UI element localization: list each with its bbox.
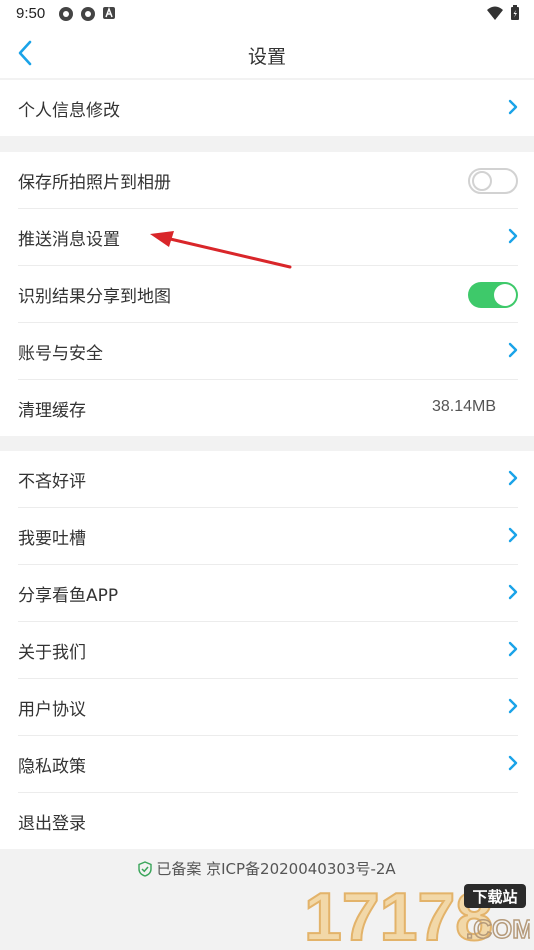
page-title: 设置	[247, 46, 286, 68]
notification-a-icon	[103, 6, 115, 19]
toggle-knob	[494, 284, 516, 306]
save-photos-toggle[interactable]	[468, 168, 518, 194]
title-bar: 设置	[0, 28, 534, 78]
wifi-icon	[487, 6, 503, 20]
toggle-knob	[472, 171, 492, 191]
share-to-map-toggle[interactable]	[468, 282, 518, 308]
row-label: 保存所拍照片到相册	[18, 173, 171, 193]
status-time: 9:50	[16, 5, 46, 22]
cache-size-value: 38.14MB	[431, 398, 496, 415]
status-system-icons	[486, 5, 520, 21]
notification-app-icon	[59, 7, 73, 21]
shield-check-icon	[138, 860, 153, 877]
chevron-right-icon	[508, 641, 518, 657]
row-label: 清理缓存	[18, 401, 86, 421]
settings-group-general: 保存所拍照片到相册 推送消息设置 识别结果分享到地图 账号与安全 清理缓存 38…	[0, 152, 534, 436]
row-label: 推送消息设置	[18, 230, 120, 250]
row-label: 识别结果分享到地图	[18, 287, 171, 307]
settings-group-about: 不吝好评 我要吐槽 分享看鱼APP 关于我们 用户协议 隐私政策 退出登录	[0, 451, 534, 849]
row-rate-app[interactable]: 不吝好评	[18, 451, 518, 508]
chevron-right-icon	[508, 755, 518, 771]
status-bar: 9:50	[0, 0, 534, 28]
icp-text: 已备案 京ICP备2020040303号-2A	[156, 860, 396, 878]
row-label: 隐私政策	[18, 757, 86, 777]
annotation-arrow-icon	[150, 231, 292, 269]
footer-inner: 已备案 京ICP备2020040303号-2A	[138, 858, 396, 879]
row-privacy-policy[interactable]: 隐私政策	[18, 736, 518, 793]
chevron-right-icon	[508, 228, 518, 244]
row-clear-cache[interactable]: 清理缓存 38.14MB	[18, 380, 518, 436]
row-account-security[interactable]: 账号与安全	[18, 323, 518, 380]
watermark-17178-logo: 17178 下载站 .COM	[303, 880, 530, 948]
svg-text:.COM: .COM	[466, 914, 530, 944]
notification-app-icon	[81, 7, 95, 21]
row-label: 不吝好评	[18, 472, 86, 492]
row-logout[interactable]: 退出登录	[18, 793, 518, 849]
row-about-us[interactable]: 关于我们	[18, 622, 518, 679]
row-feedback[interactable]: 我要吐槽	[18, 508, 518, 565]
row-label: 分享看鱼APP	[18, 586, 119, 606]
chevron-right-icon	[508, 698, 518, 714]
row-label: 退出登录	[18, 814, 86, 834]
row-save-photos[interactable]: 保存所拍照片到相册	[18, 152, 518, 209]
chevron-right-icon	[508, 470, 518, 486]
chevron-right-icon	[508, 527, 518, 543]
row-label: 我要吐槽	[18, 529, 86, 549]
row-share-to-map[interactable]: 识别结果分享到地图	[18, 266, 518, 323]
svg-text:下载站: 下载站	[472, 888, 517, 906]
status-notification-icons	[58, 6, 116, 22]
row-label: 用户协议	[18, 700, 86, 720]
row-label: 账号与安全	[18, 344, 103, 364]
row-label: 个人信息修改	[18, 101, 120, 121]
row-label: 关于我们	[18, 643, 86, 663]
battery-icon	[511, 5, 519, 20]
chevron-right-icon	[508, 99, 518, 115]
chevron-right-icon	[508, 584, 518, 600]
row-share-app[interactable]: 分享看鱼APP	[18, 565, 518, 622]
row-profile-edit[interactable]: 个人信息修改	[18, 80, 518, 136]
chevron-right-icon	[508, 342, 518, 358]
settings-group-profile: 个人信息修改	[0, 80, 534, 136]
row-user-agreement[interactable]: 用户协议	[18, 679, 518, 736]
settings-screen: 9:50 设置 个人信息修改 保存所拍照片到相册 推送消息设置 识别结果分享到地…	[0, 0, 534, 950]
